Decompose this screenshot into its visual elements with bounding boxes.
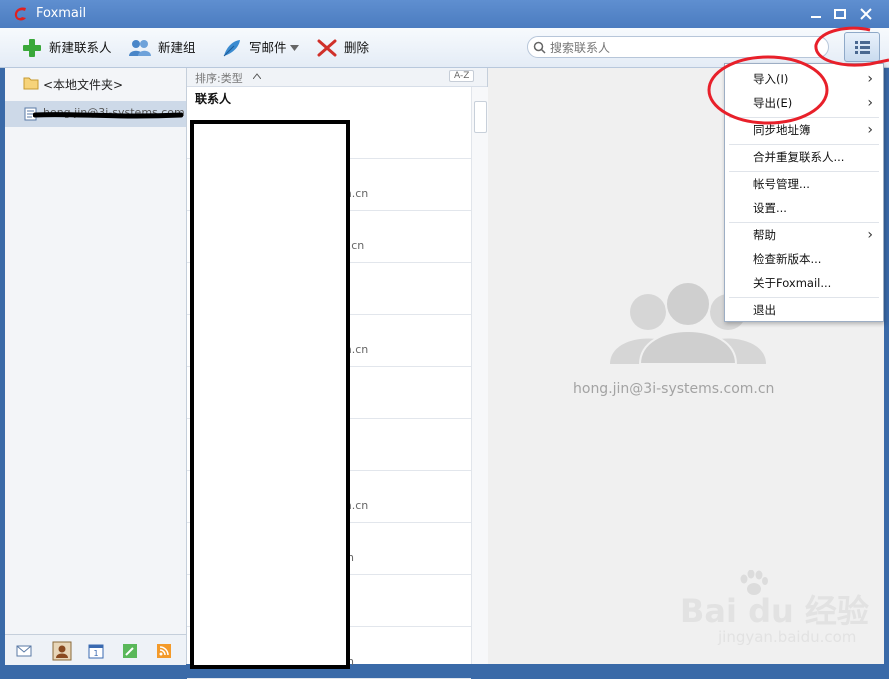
account-email: hong.jin@3i-systems.com.cn xyxy=(573,381,775,397)
menu-separator xyxy=(729,171,879,172)
folder-icon xyxy=(23,77,39,90)
baidu-watermark: Bai du 经验 jingyan.baidu.com xyxy=(678,570,878,650)
folder-pane: <本地文件夹> hong.jin@3i-systems.com 1 xyxy=(5,68,187,665)
write-mail-label: 写邮件 xyxy=(249,40,287,55)
menu-item-account-management[interactable]: 帐号管理... xyxy=(725,173,883,195)
notes-module-icon[interactable] xyxy=(122,643,138,659)
menu-item-help[interactable]: 帮助 › xyxy=(725,224,883,246)
sort-up-icon[interactable] xyxy=(253,73,261,79)
menu-item-merge-duplicates[interactable]: 合并重复联系人... xyxy=(725,146,883,168)
contacts-module-icon[interactable] xyxy=(52,641,72,661)
search-icon xyxy=(533,41,546,54)
local-folder-label: <本地文件夹> xyxy=(43,78,124,92)
sort-selector[interactable]: 排序:类型 xyxy=(195,70,243,86)
menu-item-exit[interactable]: 退出 xyxy=(725,299,883,321)
group-header: 联系人 xyxy=(195,92,232,106)
svg-text:1: 1 xyxy=(93,649,98,658)
menu-item-check-update[interactable]: 检查新版本... xyxy=(725,248,883,270)
new-group-label: 新建组 xyxy=(158,40,196,55)
feather-pen-icon xyxy=(223,40,240,57)
annotation-circles xyxy=(707,26,889,125)
redaction-scribble xyxy=(33,112,183,119)
list-scrollbar[interactable] xyxy=(471,87,488,664)
scrollbar-thumb[interactable] xyxy=(474,101,487,133)
module-switcher: 1 xyxy=(5,634,186,665)
menu-item-settings[interactable]: 设置... xyxy=(725,197,883,219)
watermark-brand: Bai du 经验 xyxy=(680,592,869,630)
menu-separator xyxy=(729,222,879,223)
rss-module-icon[interactable] xyxy=(156,643,172,659)
local-folder-item[interactable]: <本地文件夹> xyxy=(5,72,186,96)
redaction-box xyxy=(190,120,350,669)
plus-icon xyxy=(23,39,41,57)
new-contact-label: 新建联系人 xyxy=(49,40,112,55)
list-header: 排序:类型 A-Z xyxy=(187,68,487,87)
account-item[interactable]: hong.jin@3i-systems.com xyxy=(5,101,186,127)
menu-separator xyxy=(729,297,879,298)
mail-module-icon[interactable] xyxy=(16,643,32,659)
chevron-right-icon: › xyxy=(867,227,873,243)
watermark-url: jingyan.baidu.com xyxy=(718,628,857,646)
menu-item-about[interactable]: 关于Foxmail... xyxy=(725,272,883,294)
foxmail-logo-icon xyxy=(14,7,26,21)
group-icon xyxy=(129,40,151,56)
menu-separator xyxy=(729,144,879,145)
window-title: Foxmail xyxy=(36,6,87,21)
delete-label: 删除 xyxy=(344,40,370,55)
dropdown-arrow-icon[interactable] xyxy=(290,45,299,51)
delete-x-icon xyxy=(317,39,337,57)
az-index-button[interactable]: A-Z xyxy=(449,70,475,82)
calendar-module-icon[interactable]: 1 xyxy=(88,643,104,659)
